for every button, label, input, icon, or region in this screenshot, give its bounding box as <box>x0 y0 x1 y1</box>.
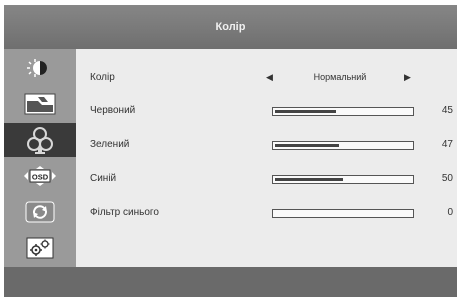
osd-icon: OSD <box>24 166 56 186</box>
color-mode-value: Нормальний <box>313 72 367 82</box>
green-row[interactable]: Зелений 47 <box>76 136 457 156</box>
brightness-contrast-icon <box>27 59 47 77</box>
osd-bottom-bar <box>4 267 457 297</box>
svg-text:OSD: OSD <box>32 173 49 182</box>
blue-slider[interactable] <box>272 175 414 184</box>
arrow-left-icon[interactable]: ◀ <box>266 72 273 83</box>
osd-window: Колір OSD Колір ◀ Нормальний ▶ Червоний … <box>4 5 457 297</box>
green-label: Зелений <box>90 139 130 150</box>
color-mode-row[interactable]: Колір ◀ Нормальний ▶ <box>76 69 457 89</box>
red-slider[interactable] <box>272 107 414 116</box>
sidebar-item-image[interactable] <box>4 87 76 121</box>
color-mode-selector[interactable]: ◀ Нормальний ▶ <box>266 72 416 86</box>
color-mode-label: Колір <box>90 72 115 83</box>
color-icon <box>27 127 53 154</box>
green-slider-fill <box>275 144 339 147</box>
blue-row[interactable]: Синій 50 <box>76 170 457 190</box>
sidebar-item-brightness[interactable] <box>4 51 76 85</box>
image-adjust-icon <box>24 93 56 115</box>
blue-value: 50 <box>441 173 453 184</box>
color-settings-panel: Колір ◀ Нормальний ▶ Червоний 45 Зелений… <box>76 49 457 267</box>
sidebar-item-settings[interactable] <box>4 231 76 265</box>
red-slider-fill <box>275 110 336 113</box>
sidebar-item-osd[interactable]: OSD <box>4 159 76 193</box>
red-value: 45 <box>441 105 453 116</box>
red-label: Червоний <box>90 105 136 116</box>
blue-label: Синій <box>90 173 117 184</box>
sidebar-item-reset[interactable] <box>4 195 76 229</box>
sidebar-item-color[interactable] <box>4 123 76 157</box>
blue-filter-value: 0 <box>447 207 453 218</box>
osd-sidebar: OSD <box>4 49 76 267</box>
green-value: 47 <box>441 139 453 150</box>
green-slider[interactable] <box>272 141 414 150</box>
arrow-right-icon[interactable]: ▶ <box>404 72 411 83</box>
blue-slider-fill <box>275 178 343 181</box>
settings-gears-icon <box>26 237 54 259</box>
red-row[interactable]: Червоний 45 <box>76 102 457 122</box>
blue-filter-slider[interactable] <box>272 209 414 218</box>
osd-title: Колір <box>4 5 457 49</box>
blue-filter-label: Фільтр синього <box>90 207 159 218</box>
reset-icon <box>25 201 55 223</box>
blue-filter-row[interactable]: Фільтр синього 0 <box>76 204 457 224</box>
